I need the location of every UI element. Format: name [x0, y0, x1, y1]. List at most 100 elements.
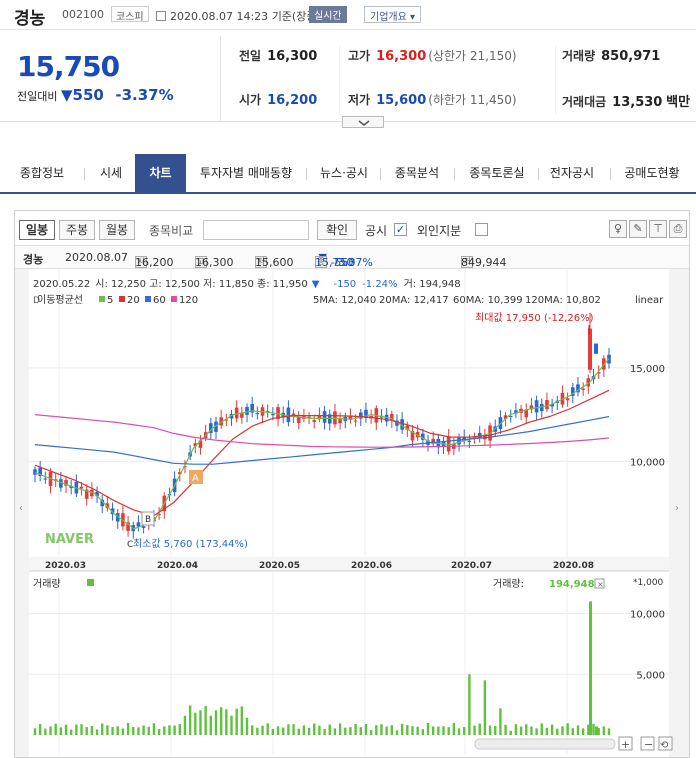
tab-investors[interactable]: 투자자별 매매동향 — [192, 154, 300, 192]
right-arrow-icon[interactable]: › — [675, 503, 679, 514]
daily-button[interactable]: 일봉 — [19, 220, 55, 240]
tab-disclosure[interactable]: 전자공시 — [544, 154, 600, 192]
volume-bars — [33, 601, 611, 735]
volume-bar — [132, 726, 135, 735]
tab-short-selling[interactable]: 공매도현황 — [618, 154, 686, 192]
volume-bar — [333, 728, 337, 735]
ma5-value: 5MA: 12,040 — [313, 295, 376, 306]
tab-analysis[interactable]: 종목분석 — [386, 154, 448, 192]
high-price: 고가 16,300 (상한가 21,150) — [348, 49, 517, 64]
volume-bar — [116, 726, 119, 735]
print-icon[interactable]: ⎙ — [669, 220, 687, 238]
marker-a: A — [192, 473, 199, 484]
volume-unit: *1,000 — [633, 578, 664, 588]
volume-bar — [509, 730, 512, 735]
volume-bar — [256, 727, 259, 735]
right-scroll-pane[interactable] — [669, 269, 689, 757]
volume-bar — [473, 725, 476, 735]
y-tick-label: 15,000 — [630, 364, 665, 375]
tab-overview[interactable]: 종합정보 — [12, 154, 72, 192]
disclosure-label: 공시 — [365, 224, 388, 238]
volume-bar — [121, 728, 125, 735]
volume-bar — [287, 724, 290, 735]
realtime-button[interactable]: 실시간 — [309, 6, 347, 23]
ma120-legend: 120 — [179, 295, 198, 306]
volume-bar — [183, 715, 187, 735]
volume-bar — [607, 728, 611, 735]
volume-bar — [488, 725, 492, 735]
company-info-button[interactable]: 기업개요 ▾ — [364, 6, 422, 23]
ma20-legend: 20 — [127, 295, 140, 306]
pencil-icon[interactable]: ✎ — [629, 220, 647, 238]
volume-bar — [426, 723, 430, 735]
price-volume-chart[interactable]: ‹ › 15,000 10,000 2020.05.22 시: 12,250 고: … — [15, 269, 689, 757]
volume-bar — [504, 724, 507, 735]
quote-panel: 15,750 전일대비 ▼550 -3.37% 전일 16,300 고가 16,30… — [0, 36, 696, 122]
summary-date: 2020.08.07 — [65, 251, 128, 264]
candle-body — [79, 486, 84, 489]
expand-button[interactable] — [342, 116, 384, 128]
volume-bar — [266, 723, 269, 735]
scale-label[interactable]: linear — [635, 295, 664, 306]
volume-bar — [59, 727, 63, 735]
tab-chart[interactable]: 차트 — [135, 154, 186, 192]
disclosure-checkbox[interactable]: ✓ — [394, 223, 407, 236]
volume-bar — [385, 726, 388, 735]
volume-bar — [478, 723, 481, 735]
volume-tick-label: 10,000 — [630, 610, 665, 621]
tab-forum[interactable]: 종목토론실 — [460, 154, 534, 192]
cursor-icon[interactable]: ⊤ — [649, 220, 667, 238]
close-icon[interactable]: × — [597, 580, 604, 589]
candle-body — [353, 420, 358, 422]
marker-b: B — [145, 515, 151, 525]
down-triangle-icon: ▼ — [60, 86, 73, 104]
volume-bar — [245, 717, 249, 735]
volume-bar — [282, 727, 285, 735]
volume-bar — [589, 601, 592, 735]
candle-body — [286, 407, 291, 423]
volume-bar — [49, 726, 52, 735]
volume-bar — [75, 724, 78, 735]
volume-bar — [44, 728, 47, 735]
candle-body — [545, 400, 549, 410]
volume-bar — [307, 727, 311, 735]
volume-bar — [566, 723, 569, 735]
volume-bar — [535, 728, 538, 735]
volume-bar — [556, 728, 559, 735]
weekly-button[interactable]: 주봉 — [59, 220, 95, 240]
compare-input[interactable] — [203, 220, 309, 240]
volume-bar — [499, 708, 502, 735]
volume-now-label: 거래량: — [493, 578, 524, 590]
bulb-icon[interactable]: ♀ — [609, 220, 627, 238]
volume-bar — [90, 726, 94, 735]
volume-bar — [525, 724, 528, 735]
calendar-icon — [156, 11, 166, 21]
tab-quotes[interactable]: 시세 — [90, 154, 132, 192]
marker-c: C — [127, 540, 133, 550]
candle-body — [467, 440, 472, 443]
volume-bar — [152, 723, 156, 735]
y-tick-label: 10,000 — [630, 457, 665, 468]
x-tick-label: 2020.05 — [259, 561, 300, 571]
volume-bar — [157, 729, 161, 735]
volume-bar — [344, 727, 347, 735]
tab-news[interactable]: 뉴스·공시 — [312, 154, 376, 192]
volume-bar — [235, 708, 238, 735]
ma-line-120 — [34, 414, 610, 448]
confirm-button[interactable]: 확인 — [317, 220, 357, 240]
volume-bar — [571, 728, 575, 735]
tab-bar: 종합정보 시세 차트 투자자별 매매동향 뉴스·공시 종목분석 종목토론실 전자… — [0, 154, 696, 194]
x-tick-label: 2020.04 — [157, 561, 198, 571]
volume-bar — [168, 725, 171, 735]
volume-bar — [576, 725, 580, 735]
volume-bar — [111, 726, 114, 735]
volume-bar — [69, 729, 73, 735]
left-arrow-icon[interactable]: ‹ — [19, 503, 23, 514]
volume-bar — [126, 722, 130, 735]
foreign-checkbox[interactable] — [475, 223, 488, 236]
horizontal-scrollbar[interactable] — [474, 738, 616, 750]
compare-label: 종목비교 — [149, 224, 194, 238]
volume-bar — [178, 724, 181, 735]
monthly-button[interactable]: 월봉 — [99, 220, 135, 240]
candle-body — [333, 411, 337, 425]
